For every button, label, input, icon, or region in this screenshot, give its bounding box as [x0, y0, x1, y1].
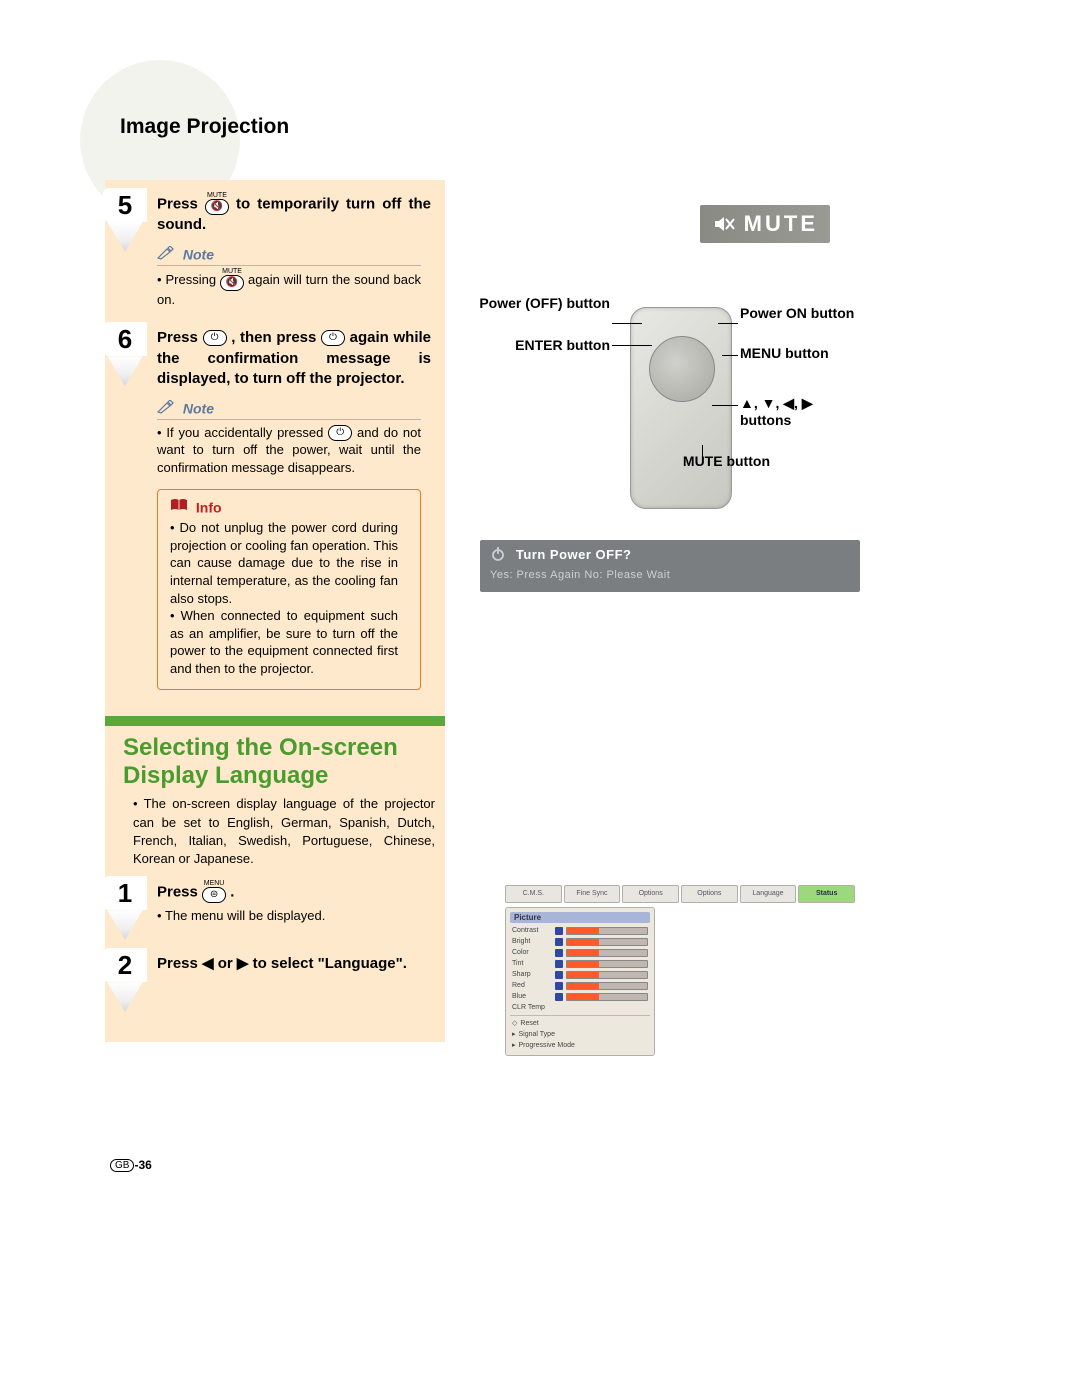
- menu-tab: Language: [740, 885, 797, 903]
- label-power-on: Power ON button: [740, 305, 870, 322]
- note-label: Note: [183, 400, 214, 416]
- note-label: Note: [183, 246, 214, 262]
- dialog-line2: Yes: Press Again No: Please Wait: [490, 569, 850, 581]
- mute-osd-badge: MUTE: [700, 205, 830, 243]
- power-button-icon: ⏻: [328, 425, 352, 441]
- menu-tab: C.M.S.: [505, 885, 562, 903]
- left-column: 5 Press MUTE 🔇 to temporarily turn off t…: [105, 180, 445, 1042]
- menu-tab: Fine Sync: [564, 885, 621, 903]
- step-tail-icon: [103, 982, 147, 1012]
- remote-diagram: Power (OFF) button ENTER button Power ON…: [460, 295, 880, 535]
- page-number: GB-36: [110, 1158, 152, 1172]
- gb-badge: GB: [110, 1159, 134, 1172]
- power-icon: [490, 546, 506, 565]
- step-number: 6: [118, 324, 132, 354]
- label-enter: ENTER button: [460, 337, 610, 354]
- power-button-icon: ⏻: [203, 330, 227, 346]
- section-body: The on-screen display language of the pr…: [133, 795, 435, 868]
- note-list: The menu will be displayed.: [157, 907, 421, 925]
- label-mute: MUTE button: [630, 453, 770, 470]
- step-number-badge: 6: [103, 322, 147, 386]
- step-instruction: Press ⏻ , then press ⏻ again while the c…: [157, 328, 431, 389]
- step-2: 2 Press ◀ or ▶ to select "Language".: [105, 948, 445, 1012]
- label-power-off: Power (OFF) button: [460, 295, 610, 312]
- menu-screenshot: C.M.S. Fine Sync Options Options Languag…: [505, 885, 855, 1056]
- step-tail-icon: [103, 356, 147, 386]
- menu-tab: Options: [681, 885, 738, 903]
- step-tail-icon: [103, 910, 147, 940]
- info-item: Do not unplug the power cord during proj…: [170, 519, 398, 607]
- remote-body: [630, 307, 732, 509]
- page: Image Projection 5 Press MUTE 🔇 to tempo…: [0, 0, 1080, 1397]
- step-number-badge: 2: [103, 948, 147, 1012]
- step-6: 6 Press ⏻ , then press ⏻ again while the…: [105, 322, 445, 696]
- menu-tab-selected: Status: [798, 885, 855, 903]
- info-item: When connected to equipment such as an a…: [170, 607, 398, 677]
- info-box: Info Do not unplug the power cord during…: [157, 489, 421, 691]
- step-instruction: Press MUTE 🔇 to temporarily turn off the…: [157, 194, 431, 235]
- section-title: Selecting the On-screen Display Language: [123, 734, 435, 789]
- step-1: 1 Press MENU ⊜ . The menu will be displa…: [105, 876, 445, 940]
- step-number-badge: 5: [103, 188, 147, 252]
- power-button-icon: ⏻: [321, 330, 345, 346]
- step-number: 2: [118, 950, 132, 980]
- label-arrows: ▲, ▼, ◀, ▶ buttons: [740, 395, 860, 429]
- speaker-mute-icon: [712, 212, 736, 236]
- note-header: Note: [157, 245, 431, 266]
- label-menu: MENU button: [740, 345, 860, 362]
- menu-panel-title: Picture: [510, 912, 650, 923]
- step-instruction: Press MENU ⊜ .: [157, 882, 431, 903]
- power-off-dialog: Turn Power OFF? Yes: Press Again No: Ple…: [480, 540, 860, 592]
- menu-tab: Options: [622, 885, 679, 903]
- info-book-icon: [170, 498, 188, 515]
- menu-button-icon: MENU ⊜: [202, 882, 226, 903]
- note-pencil-icon: [157, 400, 175, 417]
- step-number-badge: 1: [103, 876, 147, 940]
- menu-tabbar: C.M.S. Fine Sync Options Options Languag…: [505, 885, 855, 903]
- note-header: Note: [157, 399, 431, 420]
- mute-osd-text: MUTE: [744, 211, 818, 237]
- step-5: 5 Press MUTE 🔇 to temporarily turn off t…: [105, 188, 445, 314]
- dialog-line1: Turn Power OFF?: [516, 547, 632, 562]
- note-list: If you accidentally pressed ⏻ and do not…: [157, 424, 421, 477]
- step-number: 1: [118, 878, 132, 908]
- section-divider: [105, 716, 445, 726]
- step-instruction: Press ◀ or ▶ to select "Language".: [157, 954, 431, 974]
- mute-button-icon: MUTE 🔇: [220, 270, 244, 291]
- note-pencil-icon: [157, 246, 175, 263]
- page-title: Image Projection: [120, 115, 289, 139]
- info-list: Do not unplug the power cord during proj…: [170, 519, 398, 677]
- menu-panel: Picture Contrast Bright Color Tint Sharp…: [505, 907, 655, 1056]
- note-list: Pressing MUTE 🔇 again will turn the soun…: [157, 270, 421, 308]
- mute-button-icon: MUTE 🔇: [205, 194, 229, 215]
- step-tail-icon: [103, 222, 147, 252]
- info-label: Info: [196, 499, 222, 515]
- step-number: 5: [118, 190, 132, 220]
